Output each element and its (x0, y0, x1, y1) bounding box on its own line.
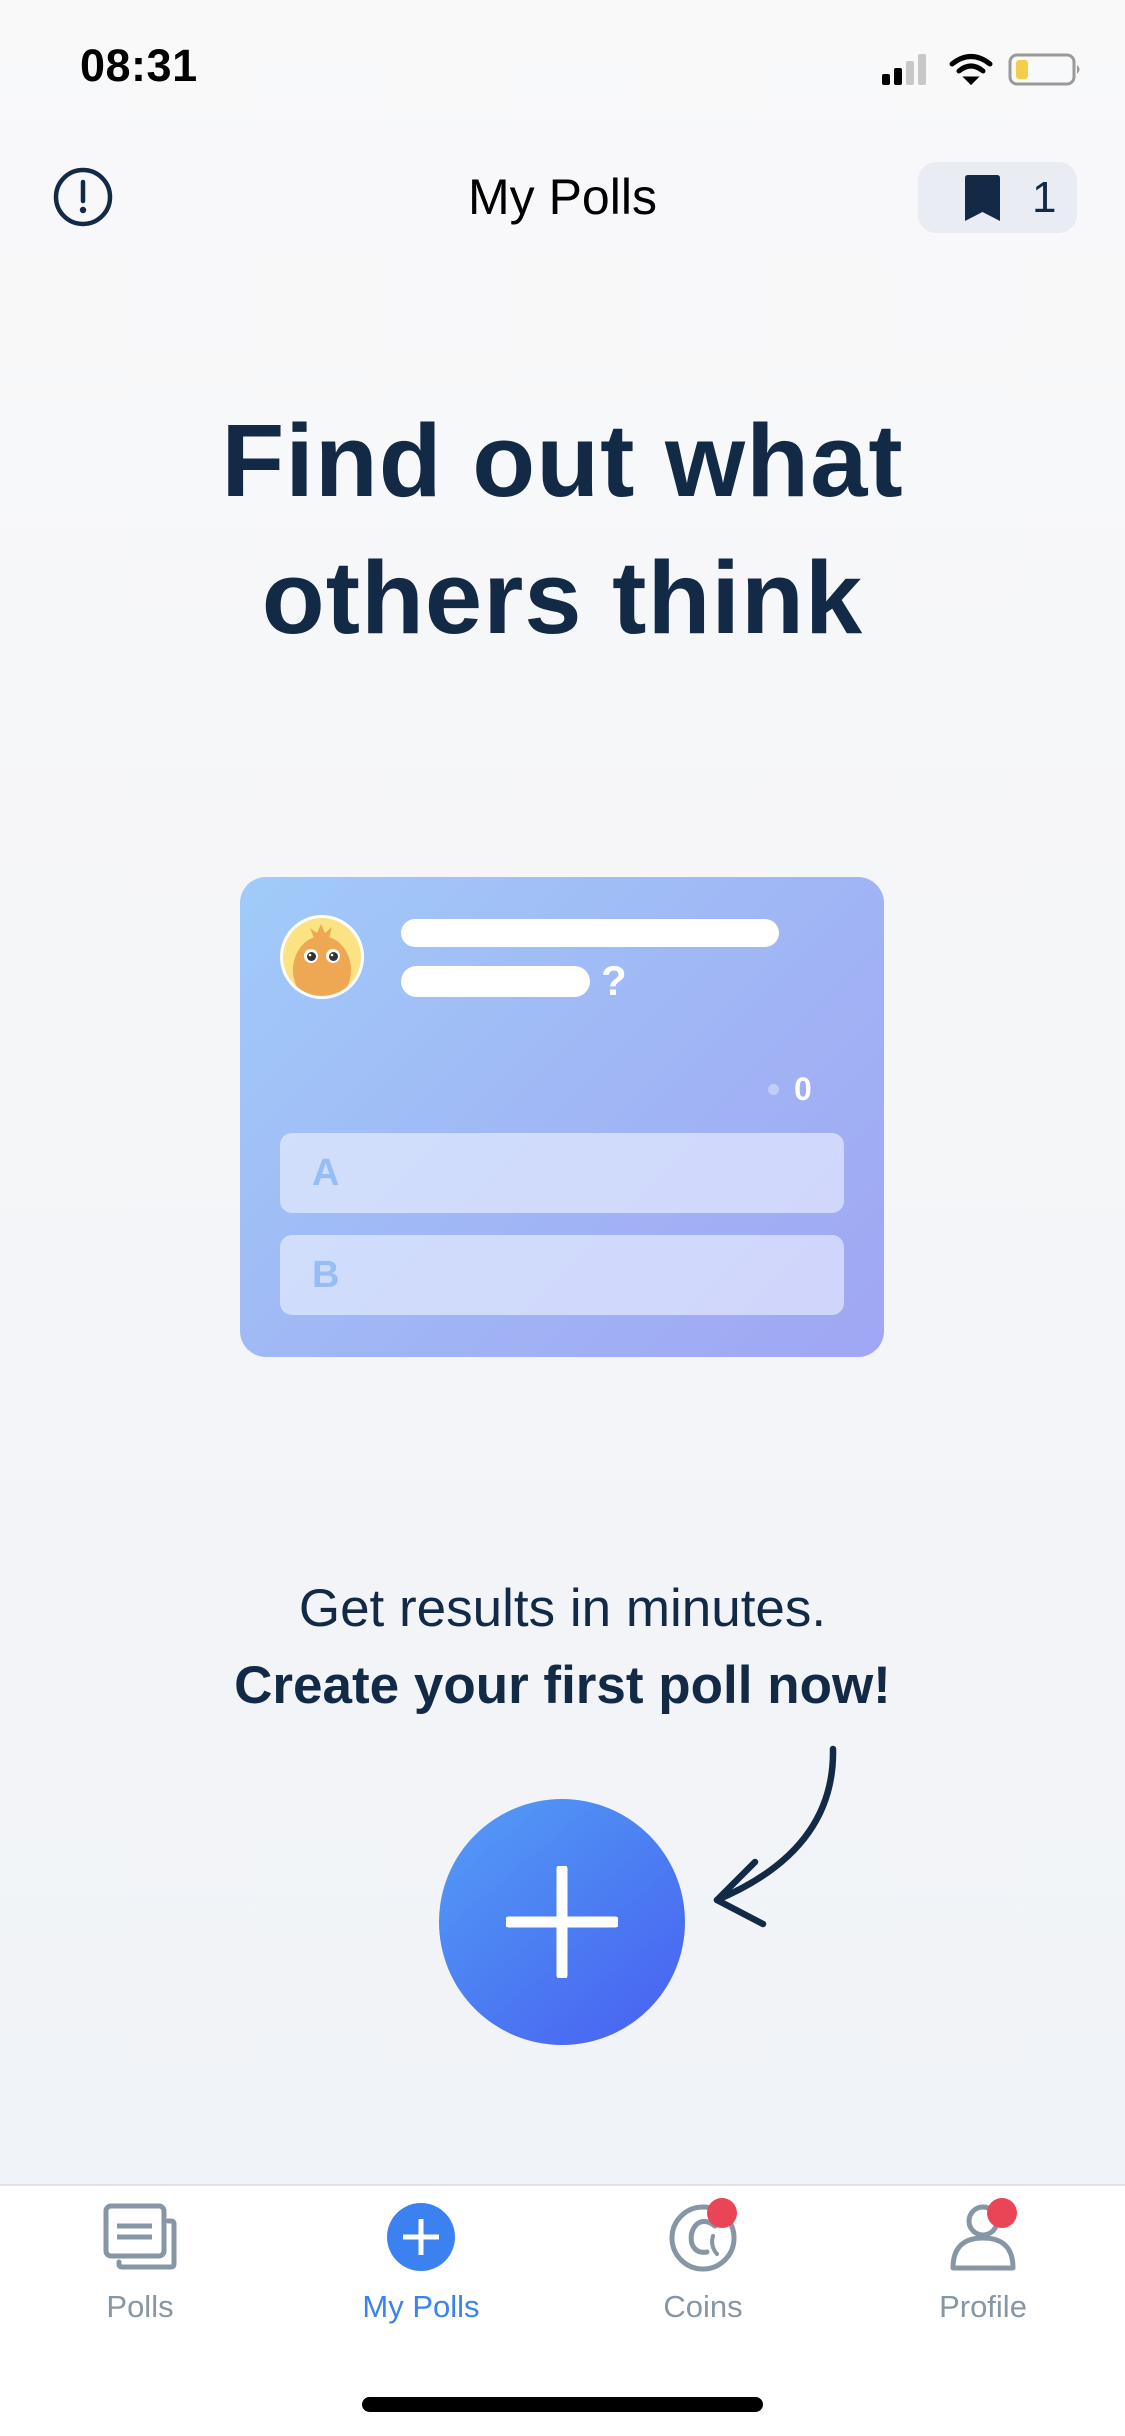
battery-icon (1008, 53, 1080, 86)
tab-label: My Polls (362, 2289, 480, 2324)
status-icons (880, 52, 1085, 86)
sample-option-b: B (280, 1235, 844, 1315)
avatar (280, 915, 364, 999)
vote-dot-icon (768, 1084, 779, 1095)
headline-line1: Find out what (221, 403, 904, 518)
status-time: 08:31 (80, 40, 198, 91)
option-letter: B (312, 1253, 340, 1296)
bookmarks-button[interactable]: 1 (918, 162, 1077, 233)
question-placeholder-line (401, 966, 590, 997)
tab-polls[interactable]: Polls (40, 2186, 240, 2336)
tab-my-polls[interactable]: My Polls (321, 2186, 521, 2336)
bookmark-icon (965, 174, 1000, 221)
tab-label: Coins (663, 2289, 743, 2324)
bookmark-count: 1 (1032, 172, 1057, 222)
notification-badge (987, 2198, 1017, 2228)
wifi-icon (949, 54, 993, 86)
curved-arrow-icon (713, 1745, 837, 1928)
signal-icon (882, 54, 926, 85)
vote-count: 0 (794, 1071, 812, 1107)
plus-circle-icon (387, 2203, 455, 2271)
create-poll-button[interactable] (439, 1799, 685, 2045)
tab-profile[interactable]: Profile (883, 2186, 1083, 2336)
cta-subtitle: Get results in minutes. (298, 1579, 827, 1638)
tab-coins[interactable]: Coins (603, 2186, 803, 2336)
cta-title: Create your first poll now! (234, 1656, 891, 1715)
headline-line2: others think (261, 540, 864, 655)
polls-stack-icon (103, 2203, 177, 2270)
plus-icon (506, 1866, 618, 1978)
sample-poll-card: ? 0 A B (240, 877, 884, 1357)
option-letter: A (312, 1151, 340, 1194)
home-indicator[interactable] (362, 2397, 763, 2412)
question-mark: ? (601, 957, 627, 1004)
chick-avatar-icon (283, 918, 361, 996)
tab-label: Polls (106, 2289, 174, 2324)
question-placeholder-line (401, 919, 779, 947)
sample-option-a: A (280, 1133, 844, 1213)
headline: Find out what others think (0, 392, 1125, 666)
notification-badge (707, 2198, 737, 2228)
tab-label: Profile (939, 2289, 1027, 2324)
